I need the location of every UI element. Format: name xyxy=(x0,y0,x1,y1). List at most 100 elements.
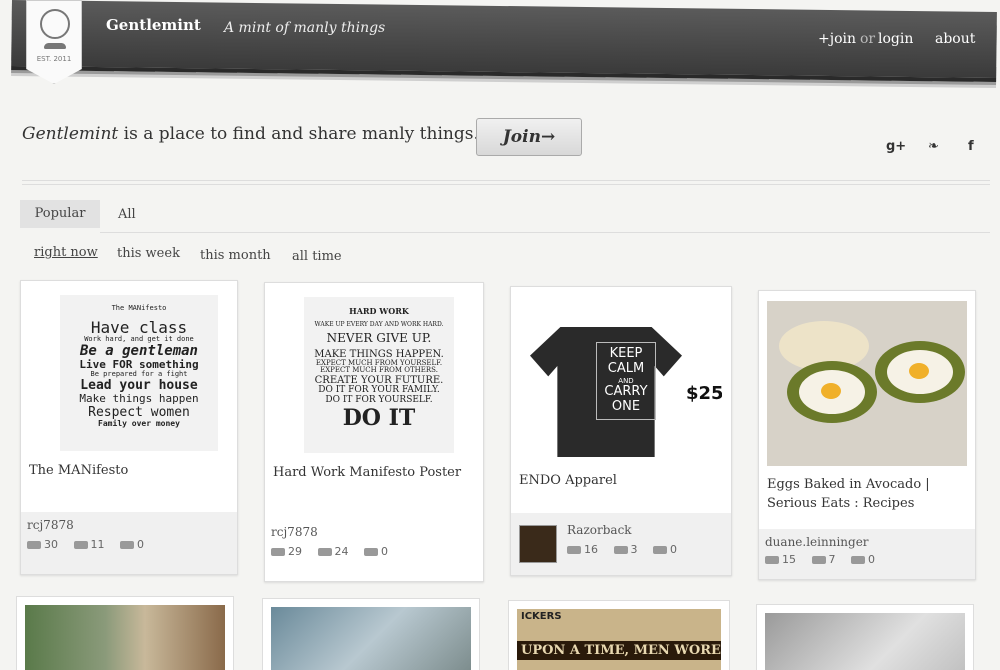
collections-count: 3 xyxy=(630,543,638,556)
pin-user[interactable]: rcj7878 xyxy=(27,518,74,532)
tabs-divider xyxy=(100,232,990,233)
pin-image[interactable]: KEEP CALM AND CARRY ONE $25 xyxy=(520,297,722,462)
filter-this-month[interactable]: this month xyxy=(200,248,271,263)
intro-text: Gentlemint is a place to find and share … xyxy=(22,124,479,144)
poster-line: EXPECT MUCH FROM OTHERS. xyxy=(320,366,438,375)
poster-line: The MANifesto xyxy=(111,304,167,312)
brand-name[interactable]: Gentlemint xyxy=(106,16,201,34)
pin-card[interactable]: KEEP CALM AND CARRY ONE $25 ENDO Apparel… xyxy=(510,286,732,576)
collection-icon[interactable] xyxy=(811,556,826,564)
tshirt-text: KEEP CALM AND CARRY ONE xyxy=(596,342,656,420)
tab-popular[interactable]: Popular xyxy=(20,200,100,228)
avatar[interactable] xyxy=(519,525,557,563)
comments-count: 0 xyxy=(381,545,388,558)
pin-image[interactable]: The MANifesto Have class Work hard, and … xyxy=(30,291,228,451)
divider xyxy=(22,184,990,185)
collection-icon[interactable] xyxy=(317,548,332,556)
pin-image[interactable]: ICKERS UPON A TIME, MEN WORE THE PAN xyxy=(517,609,721,670)
mustache-icon[interactable] xyxy=(567,546,581,554)
join-button[interactable]: Join→ xyxy=(476,118,582,156)
tshirt-line: ONE xyxy=(611,398,641,414)
likes-count: 29 xyxy=(288,545,302,558)
pin-card[interactable] xyxy=(756,604,974,670)
facebook-icon[interactable]: f xyxy=(968,139,974,154)
poster-line: Family over money xyxy=(98,418,180,428)
pin-title[interactable]: ENDO Apparel xyxy=(519,471,723,490)
pin-image[interactable] xyxy=(765,613,965,670)
poster-line: MAKE THINGS HAPPEN. xyxy=(314,348,444,360)
twitter-icon[interactable]: ❧ xyxy=(928,139,939,154)
hat-icon xyxy=(40,9,70,39)
nav-or: or xyxy=(860,31,876,47)
pin-image[interactable] xyxy=(271,607,471,670)
poster-line: Have class xyxy=(90,317,188,337)
pin-card[interactable]: ICKERS UPON A TIME, MEN WORE THE PAN xyxy=(508,600,730,670)
comments-count: 0 xyxy=(137,538,144,551)
pin-image[interactable] xyxy=(767,301,967,466)
pin-card[interactable]: HARD WORK WAKE UP EVERY DAY AND WORK HAR… xyxy=(264,282,484,582)
tshirt-line: KEEP xyxy=(609,346,643,361)
logo-badge[interactable]: EST. 2011 xyxy=(26,0,82,84)
pin-card[interactable] xyxy=(262,598,480,670)
avocado-half xyxy=(875,341,965,403)
collection-icon[interactable] xyxy=(73,541,88,549)
poster-line: Be a gentleman xyxy=(79,342,198,359)
collections-count: 24 xyxy=(334,545,349,558)
pin-stats: 16 3 0 xyxy=(567,543,677,556)
pin-title[interactable]: The MANifesto xyxy=(29,461,229,480)
pin-card[interactable] xyxy=(16,596,234,670)
nav-about[interactable]: about xyxy=(935,31,975,47)
pin-user[interactable]: rcj7878 xyxy=(271,525,318,539)
poster-line: NEVER GIVE UP. xyxy=(326,331,432,346)
poster-line: HARD WORK xyxy=(349,306,409,316)
poster-line: DO IT xyxy=(342,404,416,431)
comment-icon[interactable] xyxy=(120,541,134,549)
pin-title[interactable]: Hard Work Manifesto Poster xyxy=(273,463,475,482)
comment-icon[interactable] xyxy=(364,548,378,556)
price-tag: $25 xyxy=(686,383,722,404)
collections-count: 11 xyxy=(90,538,105,551)
comment-icon[interactable] xyxy=(851,556,865,564)
likes-count: 30 xyxy=(44,538,58,551)
mustache-icon[interactable] xyxy=(27,541,41,549)
poster-text: UPON A TIME, MEN WORE THE PAN xyxy=(517,641,721,660)
pin-card[interactable]: Eggs Baked in Avocado | Serious Eats : R… xyxy=(758,290,976,580)
pin-card[interactable]: The MANifesto Have class Work hard, and … xyxy=(20,280,238,575)
nav-login[interactable]: login xyxy=(878,31,913,47)
pin-title[interactable]: Eggs Baked in Avocado | Serious Eats : R… xyxy=(767,475,967,513)
pin-stats: 29 24 0 xyxy=(271,545,388,558)
pin-image[interactable]: HARD WORK WAKE UP EVERY DAY AND WORK HAR… xyxy=(274,293,474,453)
filter-all-time[interactable]: all time xyxy=(292,249,342,264)
mustache-icon[interactable] xyxy=(765,556,779,564)
poster-line: Lead your house xyxy=(80,378,198,394)
badge-est: EST. 2011 xyxy=(36,55,72,63)
google-plus-icon[interactable]: g+ xyxy=(886,139,906,154)
pin-user[interactable]: duane.leinninger xyxy=(765,535,869,549)
pin-footer: rcj7878 30 11 0 xyxy=(21,512,237,574)
tshirt-line: CARRY xyxy=(604,383,648,399)
collection-icon[interactable] xyxy=(613,546,628,554)
filter-this-week[interactable]: this week xyxy=(117,246,180,261)
tshirt-line: CALM xyxy=(607,360,645,376)
pin-user[interactable]: Razorback xyxy=(567,523,632,537)
pin-stats: 30 11 0 xyxy=(27,538,144,551)
comment-icon[interactable] xyxy=(653,546,667,554)
nav-join[interactable]: +join xyxy=(818,31,856,47)
pin-image[interactable] xyxy=(25,605,225,670)
likes-count: 16 xyxy=(584,543,598,556)
tshirt-image: KEEP CALM AND CARRY ONE $25 xyxy=(520,297,722,462)
poster-line: WAKE UP EVERY DAY AND WORK HARD. xyxy=(314,320,444,328)
likes-count: 15 xyxy=(782,553,796,566)
tab-all[interactable]: All xyxy=(118,207,136,222)
divider xyxy=(22,180,990,181)
intro-sentence: is a place to find and share manly thing… xyxy=(118,124,479,144)
filter-right-now[interactable]: right now xyxy=(34,245,98,260)
mustache-icon[interactable] xyxy=(271,548,285,556)
avocado-half xyxy=(787,361,877,423)
pin-footer: Razorback 16 3 0 xyxy=(511,513,731,575)
pin-footer: rcj7878 29 24 0 xyxy=(265,519,483,581)
collections-count: 7 xyxy=(828,553,836,566)
poster-head: ICKERS xyxy=(521,611,562,622)
comments-count: 0 xyxy=(868,553,875,566)
poster-line: Respect women xyxy=(88,404,190,420)
